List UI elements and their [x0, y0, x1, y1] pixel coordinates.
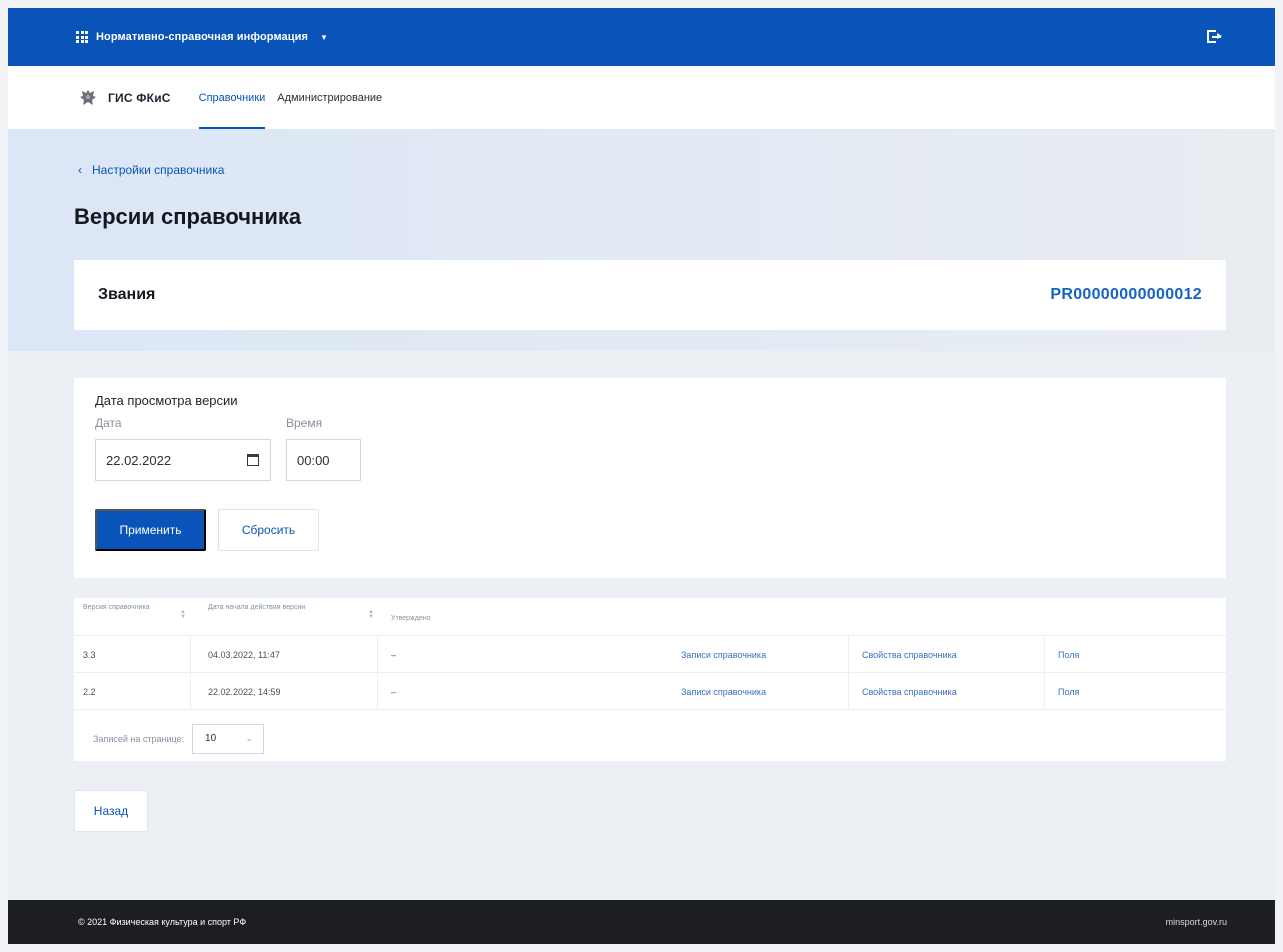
- time-value: 00:00: [297, 452, 330, 468]
- filter-heading: Дата просмотра версии: [95, 393, 238, 408]
- page-size-value: 10: [205, 733, 217, 744]
- properties-link[interactable]: Свойства справочника: [862, 636, 957, 673]
- date-label: Дата: [95, 416, 122, 430]
- column-header-approved: Утверждено: [391, 615, 431, 622]
- cell-start-date: 22.02.2022, 14:59: [208, 686, 281, 697]
- dictionary-header-card: Звания PR00000000000012: [74, 260, 1226, 330]
- top-bar: Нормативно-справочная информация ▼: [8, 8, 1275, 66]
- cell-approved: –: [391, 686, 397, 697]
- calendar-icon[interactable]: [247, 454, 259, 466]
- sort-icon[interactable]: ▲ ▼: [180, 609, 186, 621]
- grid-icon: [76, 31, 88, 43]
- footer-copyright: © 2021 Физическая культура и спорт РФ: [78, 917, 247, 927]
- emblem-eagle-icon: [78, 88, 98, 108]
- records-link[interactable]: Записи справочника: [681, 636, 766, 673]
- page-size-select[interactable]: 10 ⌄: [192, 723, 265, 754]
- records-link[interactable]: Записи справочника: [681, 673, 766, 710]
- column-header-start-date[interactable]: Дата начала действия версии: [208, 603, 318, 613]
- cell-version: 2.2: [83, 686, 96, 697]
- table-row: 2.2 22.02.2022, 14:59 – Записи справочни…: [74, 673, 1226, 710]
- main-nav: ГИС ФКиС Справочники Администрирование: [8, 66, 1275, 129]
- chevron-down-icon: ▼: [320, 32, 328, 42]
- breadcrumb-back-link[interactable]: ‹ Настройки справочника: [78, 163, 224, 177]
- table-header: Версия справочника ▲ ▼ Дата начала действ…: [74, 598, 1226, 636]
- chevron-down-icon: ⌄: [245, 733, 254, 743]
- dictionary-name: Звания: [98, 286, 156, 303]
- cell-approved: –: [391, 649, 397, 660]
- reset-button[interactable]: Сбросить: [218, 509, 319, 551]
- app-switcher[interactable]: Нормативно-справочная информация ▼: [76, 31, 328, 43]
- cell-version: 3.3: [83, 649, 96, 660]
- footer: © 2021 Физическая культура и спорт РФ mi…: [8, 900, 1275, 944]
- date-value: 22.02.2022: [106, 452, 172, 468]
- nav-item-administration[interactable]: Администрирование: [277, 66, 382, 129]
- back-button[interactable]: Назад: [74, 790, 148, 832]
- breadcrumb-label: Настройки справочника: [92, 163, 225, 177]
- chevron-left-icon: ‹: [78, 163, 82, 177]
- time-field[interactable]: 00:00: [286, 439, 361, 481]
- logout-icon[interactable]: [1207, 29, 1223, 45]
- fields-link[interactable]: Поля: [1058, 636, 1079, 673]
- properties-link[interactable]: Свойства справочника: [862, 673, 957, 710]
- page-size-label: Записей на странице:: [93, 733, 185, 744]
- date-field[interactable]: 22.02.2022: [95, 439, 271, 481]
- column-header-version[interactable]: Версия справочника: [83, 603, 153, 613]
- fields-link[interactable]: Поля: [1058, 673, 1079, 710]
- time-label: Время: [286, 416, 323, 430]
- nav-item-dictionaries[interactable]: Справочники: [198, 66, 265, 129]
- app-name: Нормативно-справочная информация: [96, 31, 309, 43]
- dictionary-code: PR00000000000012: [1050, 286, 1202, 303]
- cell-start-date: 04.03.2022, 11:47: [208, 649, 280, 660]
- table-row: 3.3 04.03.2022, 11:47 – Записи справочни…: [74, 636, 1226, 673]
- version-date-filter: Дата просмотра версии Дата Время 22.02.2…: [74, 378, 1226, 578]
- versions-table: Версия справочника ▲ ▼ Дата начала действ…: [74, 598, 1226, 761]
- brand-name: ГИС ФКиС: [108, 90, 171, 105]
- app-window: Нормативно-справочная информация ▼ ГИС Ф…: [8, 8, 1275, 944]
- pagination: Записей на странице: 10 ⌄: [74, 716, 1226, 761]
- page-title: Версии справочника: [74, 204, 302, 229]
- footer-site-link[interactable]: minsport.gov.ru: [1166, 917, 1227, 927]
- sort-icon[interactable]: ▲ ▼: [368, 609, 374, 621]
- apply-button[interactable]: Применить: [95, 509, 206, 551]
